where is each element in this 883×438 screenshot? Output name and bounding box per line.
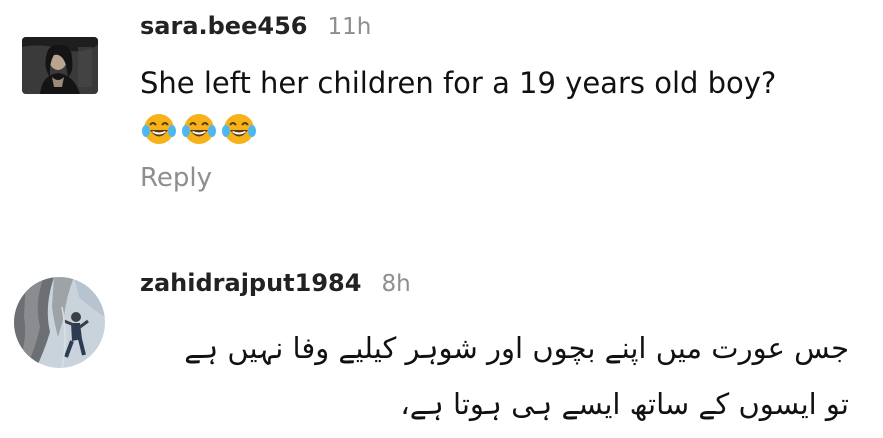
- comment-text-line: تو ایسوں کے ساتھ ایسے ہی ہوتا ہے،: [400, 387, 849, 421]
- comment-item: zahidrajput1984 8h جس عورت میں اپنے بچوں…: [0, 240, 883, 438]
- username[interactable]: zahidrajput1984: [140, 269, 361, 297]
- face-with-tears-of-joy-icon: [222, 114, 256, 144]
- comment-header: zahidrajput1984 8h: [140, 269, 411, 297]
- comment-item: sara.bee456 11h She left her children fo…: [0, 0, 883, 240]
- emoji-row: [140, 110, 258, 148]
- username[interactable]: sara.bee456: [140, 12, 307, 40]
- avatar-photo: [14, 277, 105, 368]
- face-with-tears-of-joy-icon: [142, 114, 176, 144]
- comment-text-line: جس عورت میں اپنے بچوں اور شوہر کیلیے وفا…: [184, 331, 849, 365]
- avatar[interactable]: [22, 37, 98, 94]
- face-with-tears-of-joy-icon: [182, 114, 216, 144]
- reply-button[interactable]: Reply: [140, 163, 212, 193]
- avatar-photo: [22, 37, 98, 94]
- timestamp: 11h: [327, 14, 372, 40]
- avatar[interactable]: [14, 277, 105, 368]
- comment-header: sara.bee456 11h: [140, 12, 371, 40]
- comment-text: She left her children for a 19 years old…: [140, 66, 777, 100]
- timestamp: 8h: [381, 271, 411, 297]
- comment-text: جس عورت میں اپنے بچوں اور شوہر کیلیے وفا…: [129, 320, 849, 432]
